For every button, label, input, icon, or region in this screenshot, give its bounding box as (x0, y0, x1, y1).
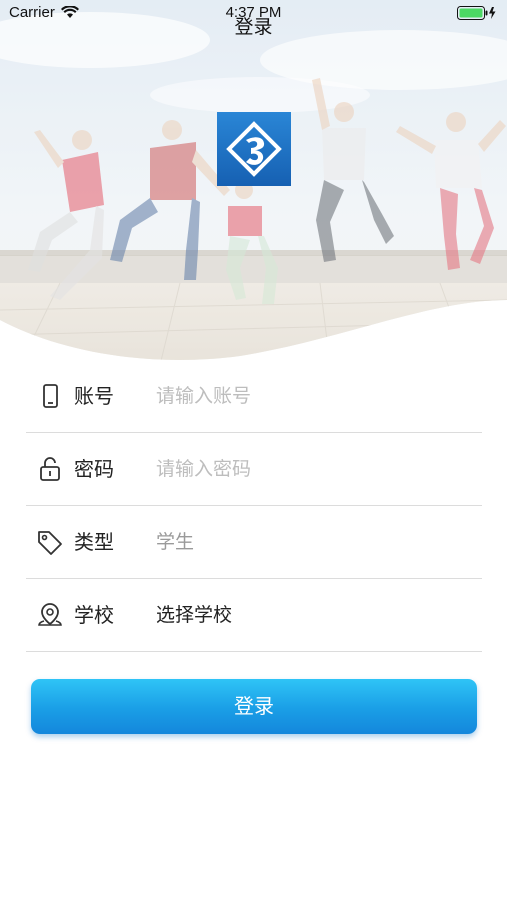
type-row[interactable]: 类型 学生 (26, 506, 482, 579)
password-row: 密码 (26, 433, 482, 506)
account-label: 账号 (74, 384, 114, 408)
school-value[interactable]: 选择学校 (156, 601, 232, 629)
school-row[interactable]: 学校 选择学校 (26, 579, 482, 652)
status-time: 4:37 PM (225, 4, 282, 21)
type-value[interactable]: 学生 (156, 528, 194, 556)
login-form: 账号 密码 类型 学生 (26, 360, 482, 652)
account-row: 账号 (26, 360, 482, 433)
account-input[interactable] (156, 380, 466, 412)
login-screen: Carrier 4:37 PM 登录 账号 请输入账号 密码 类型 学生 学校 … (0, 0, 507, 900)
school-label: 学校 (74, 603, 114, 627)
tag-icon (36, 528, 64, 556)
location-pin-icon (36, 601, 64, 629)
password-label: 密码 (74, 457, 114, 481)
password-input[interactable] (156, 453, 466, 485)
type-label: 类型 (74, 530, 114, 554)
app-logo (217, 112, 291, 186)
status-bar: Carrier 4:37 PM (0, 0, 507, 26)
phone-icon (36, 382, 64, 410)
lock-icon (36, 455, 64, 483)
login-button[interactable]: 登录 (31, 679, 477, 734)
battery-icon (457, 6, 497, 24)
